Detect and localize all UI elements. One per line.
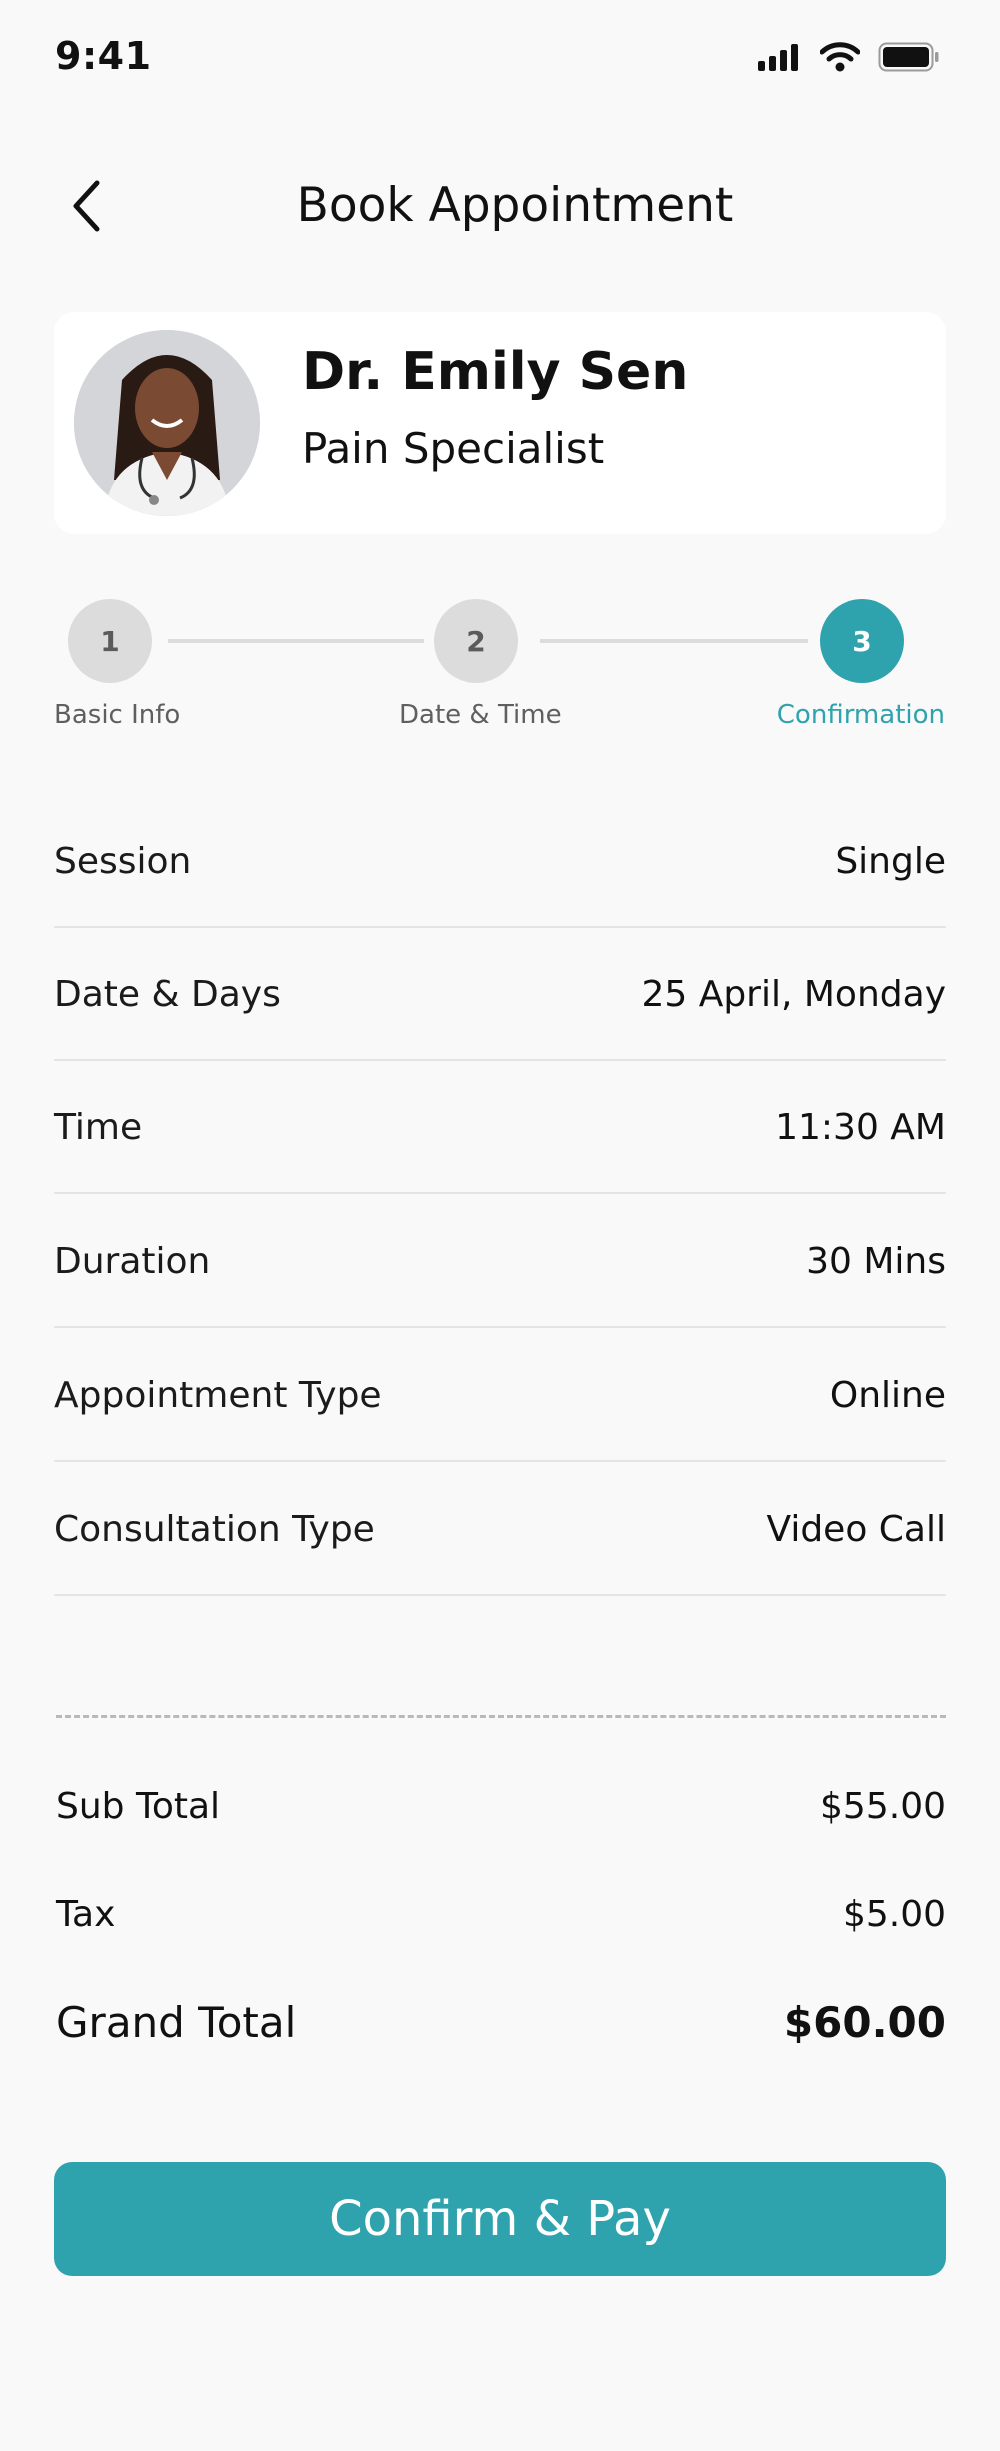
detail-value: Single xyxy=(835,840,946,882)
detail-value: Online xyxy=(829,1374,946,1416)
detail-row-time: Time 11:30 AM xyxy=(54,1062,946,1194)
subtotal-value: $55.00 xyxy=(820,1786,946,1827)
step-1-label: Basic Info xyxy=(54,700,181,730)
detail-label: Session xyxy=(54,840,192,882)
grand-total-row: Grand Total $60.00 xyxy=(56,1998,946,2047)
detail-row-appointment-type: Appointment Type Online xyxy=(54,1330,946,1462)
page-title: Book Appointment xyxy=(296,178,734,233)
tax-value: $5.00 xyxy=(842,1894,946,1935)
detail-value: 25 April, Monday xyxy=(641,973,946,1015)
confirm-pay-button[interactable]: Confirm & Pay xyxy=(54,2162,946,2276)
doctor-name: Dr. Emily Sen xyxy=(302,342,689,402)
tax-label: Tax xyxy=(56,1894,116,1935)
detail-row-consultation-type: Consultation Type Video Call xyxy=(54,1464,946,1596)
detail-row-date: Date & Days 25 April, Monday xyxy=(54,929,946,1061)
detail-value: 30 Mins xyxy=(806,1240,946,1282)
tax-row: Tax $5.00 xyxy=(56,1894,946,1935)
detail-value: 11:30 AM xyxy=(775,1106,946,1148)
stepper-connector-1 xyxy=(168,639,424,643)
detail-value: Video Call xyxy=(766,1508,946,1550)
cellular-signal-icon xyxy=(758,44,798,71)
grand-total-value: $60.00 xyxy=(783,1998,946,2047)
doctor-avatar xyxy=(74,330,260,516)
stepper-connector-2 xyxy=(540,639,808,643)
step-1-circle: 1 xyxy=(68,599,152,683)
status-icons xyxy=(758,42,940,72)
battery-icon xyxy=(878,42,939,72)
subtotal-label: Sub Total xyxy=(56,1786,221,1827)
detail-label: Duration xyxy=(54,1240,211,1282)
dashed-divider xyxy=(56,1715,946,1718)
detail-label: Date & Days xyxy=(54,973,281,1015)
step-3-label: Confirmation xyxy=(776,700,945,730)
detail-label: Consultation Type xyxy=(54,1508,375,1550)
doctor-specialty: Pain Specialist xyxy=(302,424,605,473)
subtotal-row: Sub Total $55.00 xyxy=(56,1786,946,1827)
detail-row-session: Session Single xyxy=(54,796,946,928)
step-2-circle: 2 xyxy=(434,599,518,683)
step-3-circle: 3 xyxy=(820,599,904,683)
doctor-card: Dr. Emily Sen Pain Specialist xyxy=(54,312,946,534)
status-time: 9:41 xyxy=(55,34,152,78)
wifi-icon xyxy=(820,42,860,72)
step-2-label: Date & Time xyxy=(399,700,562,730)
detail-row-duration: Duration 30 Mins xyxy=(54,1196,946,1328)
detail-label: Appointment Type xyxy=(54,1374,382,1416)
grand-total-label: Grand Total xyxy=(56,1998,297,2047)
detail-label: Time xyxy=(54,1106,143,1148)
